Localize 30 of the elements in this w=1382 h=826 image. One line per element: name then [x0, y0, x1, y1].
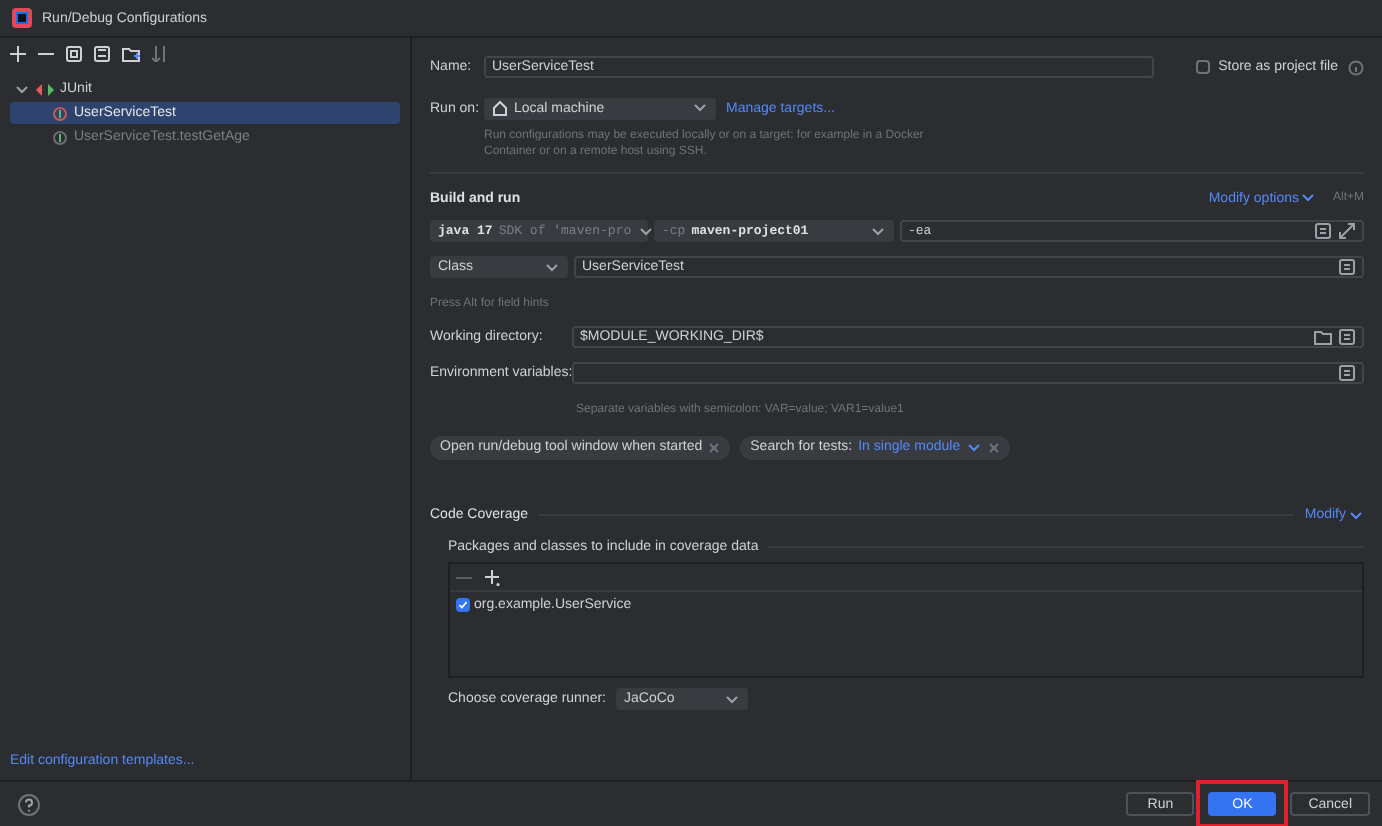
- test-class-icon: [52, 129, 68, 145]
- test-class-icon: [52, 105, 68, 121]
- document-icon[interactable]: [1338, 258, 1356, 276]
- house-icon: [492, 100, 508, 116]
- sort-icon[interactable]: [152, 46, 168, 62]
- document-icon[interactable]: [1338, 364, 1356, 382]
- dropdown-chevron-icon: [870, 223, 886, 239]
- dropdown-chevron-icon: [724, 691, 740, 707]
- add-icon[interactable]: [10, 46, 26, 62]
- save-icon[interactable]: [94, 46, 110, 62]
- dropdown-chevron-icon: [544, 259, 560, 275]
- info-icon: [1348, 59, 1364, 75]
- add-icon[interactable]: [484, 569, 500, 585]
- environment-variables-field[interactable]: [572, 362, 1364, 384]
- dropdown-chevron-icon: [637, 223, 654, 239]
- document-icon[interactable]: [1338, 328, 1356, 346]
- browse-folder-icon[interactable]: [1314, 328, 1332, 346]
- checkbox[interactable]: [1196, 60, 1211, 74]
- folder-icon[interactable]: [122, 46, 140, 62]
- document-icon[interactable]: [1314, 222, 1332, 240]
- dropdown-chevron-icon: [692, 100, 708, 116]
- dropdown-chevron-icon: [1300, 190, 1317, 206]
- checkbox[interactable]: [456, 598, 470, 612]
- expand-icon[interactable]: [1338, 222, 1356, 240]
- dropdown-chevron-icon: [1348, 507, 1364, 523]
- dropdown-chevron-icon: [966, 439, 983, 455]
- app-icon: [12, 8, 32, 28]
- copy-icon[interactable]: [66, 46, 82, 62]
- junit-icon: [36, 81, 54, 97]
- help-icon[interactable]: [18, 793, 40, 815]
